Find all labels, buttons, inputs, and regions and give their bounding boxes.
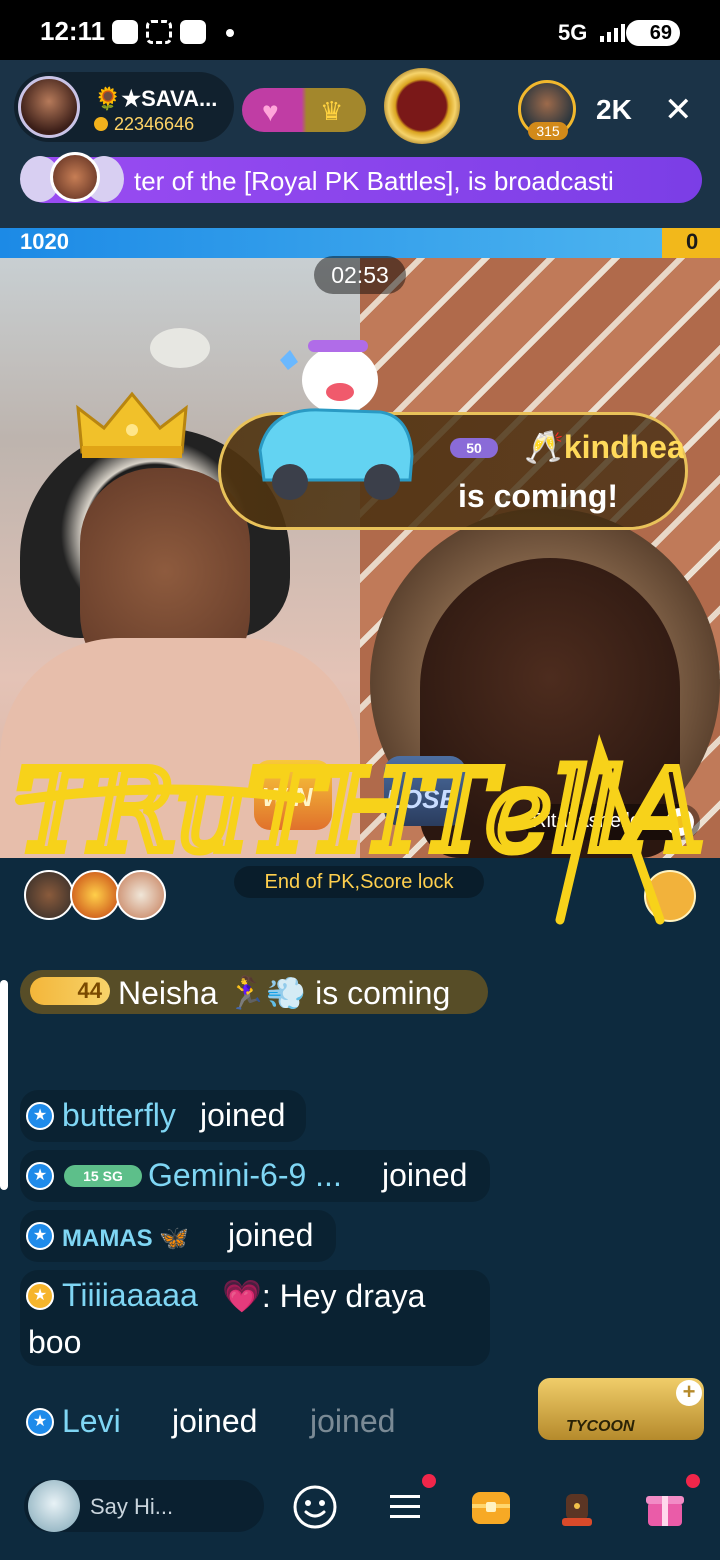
heart-icon: ♥ — [262, 96, 279, 127]
entering-user-name: 🥂kindheart — [524, 429, 684, 465]
entry-action: is coming — [315, 975, 451, 1011]
chat-action: joined — [228, 1217, 314, 1253]
star-icon: ★ — [26, 1102, 54, 1130]
user-level-tag: 15 SG — [64, 1165, 142, 1187]
announcement-text: ter of the [Royal PK Battles], is broadc… — [134, 166, 614, 196]
pk-right-score: 0 — [686, 229, 699, 254]
chat-username[interactable]: MAMAS 🦋 — [62, 1224, 189, 1253]
win-label: WIN — [262, 782, 313, 812]
screenshot-icon — [146, 20, 172, 44]
status-time: 12:11 — [40, 16, 106, 46]
host-avatar[interactable] — [18, 76, 80, 138]
mvp-avatar[interactable] — [24, 870, 74, 920]
star-icon: ★ — [26, 1162, 54, 1190]
chat-scroll-indicator[interactable] — [0, 980, 8, 1190]
viewer-total[interactable]: 2K — [596, 94, 632, 126]
mvp-avatar[interactable] — [116, 870, 166, 920]
status-notification-icons — [112, 20, 234, 44]
car-gift-effect-icon — [258, 340, 414, 500]
chat-username[interactable]: Tiiiiaaaaa — [62, 1277, 198, 1314]
chat-username[interactable]: Levi — [62, 1403, 121, 1440]
battery-level: 69 — [626, 20, 680, 46]
chat-text-line2: boo — [28, 1324, 82, 1360]
chat-action: joined — [200, 1097, 286, 1133]
gift-notification-dot — [686, 1474, 700, 1488]
follow-button[interactable] — [242, 88, 366, 132]
pk-score-bar — [0, 228, 720, 258]
crown-icon: ♛ — [320, 96, 344, 126]
treasure-icon[interactable] — [468, 1484, 514, 1530]
ceiling-fan — [150, 328, 210, 368]
fist-icon[interactable] — [554, 1484, 600, 1530]
chat-username[interactable]: Gemini-6-9 ... — [148, 1157, 342, 1194]
chat-action-faded: joined — [310, 1403, 396, 1439]
emoji-icon[interactable] — [292, 1484, 338, 1530]
status-bar: 12:11 5G 69 — [0, 0, 720, 60]
menu-notification-dot — [422, 1474, 436, 1488]
signal-icon — [600, 22, 625, 42]
pk-mvp-avatars[interactable] — [24, 870, 174, 922]
gift-icon[interactable] — [642, 1484, 688, 1530]
emblem-avatar — [50, 152, 100, 202]
coin-icon — [94, 117, 108, 131]
entry-user[interactable]: Neisha — [118, 975, 218, 1011]
pk-timer: 02:53 — [314, 256, 406, 294]
entering-text: is coming! — [458, 478, 619, 514]
entry-level-badge: 44 — [30, 977, 110, 1005]
winner-crown-icon — [76, 391, 188, 458]
chat-username[interactable]: butterfly — [62, 1097, 176, 1134]
close-icon[interactable]: ✕ — [664, 92, 693, 128]
opponent-follow-icon[interactable] — [666, 808, 694, 836]
lose-label: LOSE — [386, 784, 457, 814]
star-icon: ★ — [26, 1408, 54, 1436]
tycoon-label: TYCOON — [566, 1418, 635, 1435]
star-icon: ★ — [26, 1222, 54, 1250]
mvp-avatar[interactable] — [70, 870, 120, 920]
more-notifications-icon — [226, 29, 234, 37]
app-notification-icon — [112, 20, 138, 44]
host-id-value: 22346646 — [114, 114, 195, 134]
network-type: 5G — [558, 20, 588, 45]
vip-level-badge: 50 — [450, 438, 498, 458]
comment-placeholder[interactable]: Say Hi... — [90, 1494, 173, 1520]
pk-status-text: End of PK,Score lock — [234, 866, 484, 898]
sofa-seat-icon[interactable] — [644, 870, 696, 922]
entry-notice-text: Neisha 🏃‍♀️💨 is coming — [118, 975, 451, 1011]
host-name: 🌻★SAVA... — [94, 86, 218, 111]
menu-icon[interactable] — [382, 1484, 428, 1530]
star-icon: ★ — [26, 1282, 54, 1310]
chat-action: joined — [382, 1157, 468, 1193]
chat-text-line1: : Hey draya — [261, 1278, 426, 1314]
opponent-name: Rital ashelle — [532, 810, 641, 832]
plus-icon[interactable]: + — [676, 1380, 702, 1406]
user-avatar — [28, 1480, 80, 1532]
host-id: 22346646 — [94, 114, 194, 135]
rank-badge[interactable] — [384, 68, 460, 144]
app-notification-icon — [180, 20, 206, 44]
viewer-rank-badge: 315 — [528, 122, 568, 140]
royal-emblem-icon — [20, 148, 124, 210]
chat-action: joined — [172, 1403, 258, 1439]
pk-left-score: 1020 — [20, 229, 69, 254]
chat-text: 💗: Hey draya — [222, 1278, 426, 1314]
